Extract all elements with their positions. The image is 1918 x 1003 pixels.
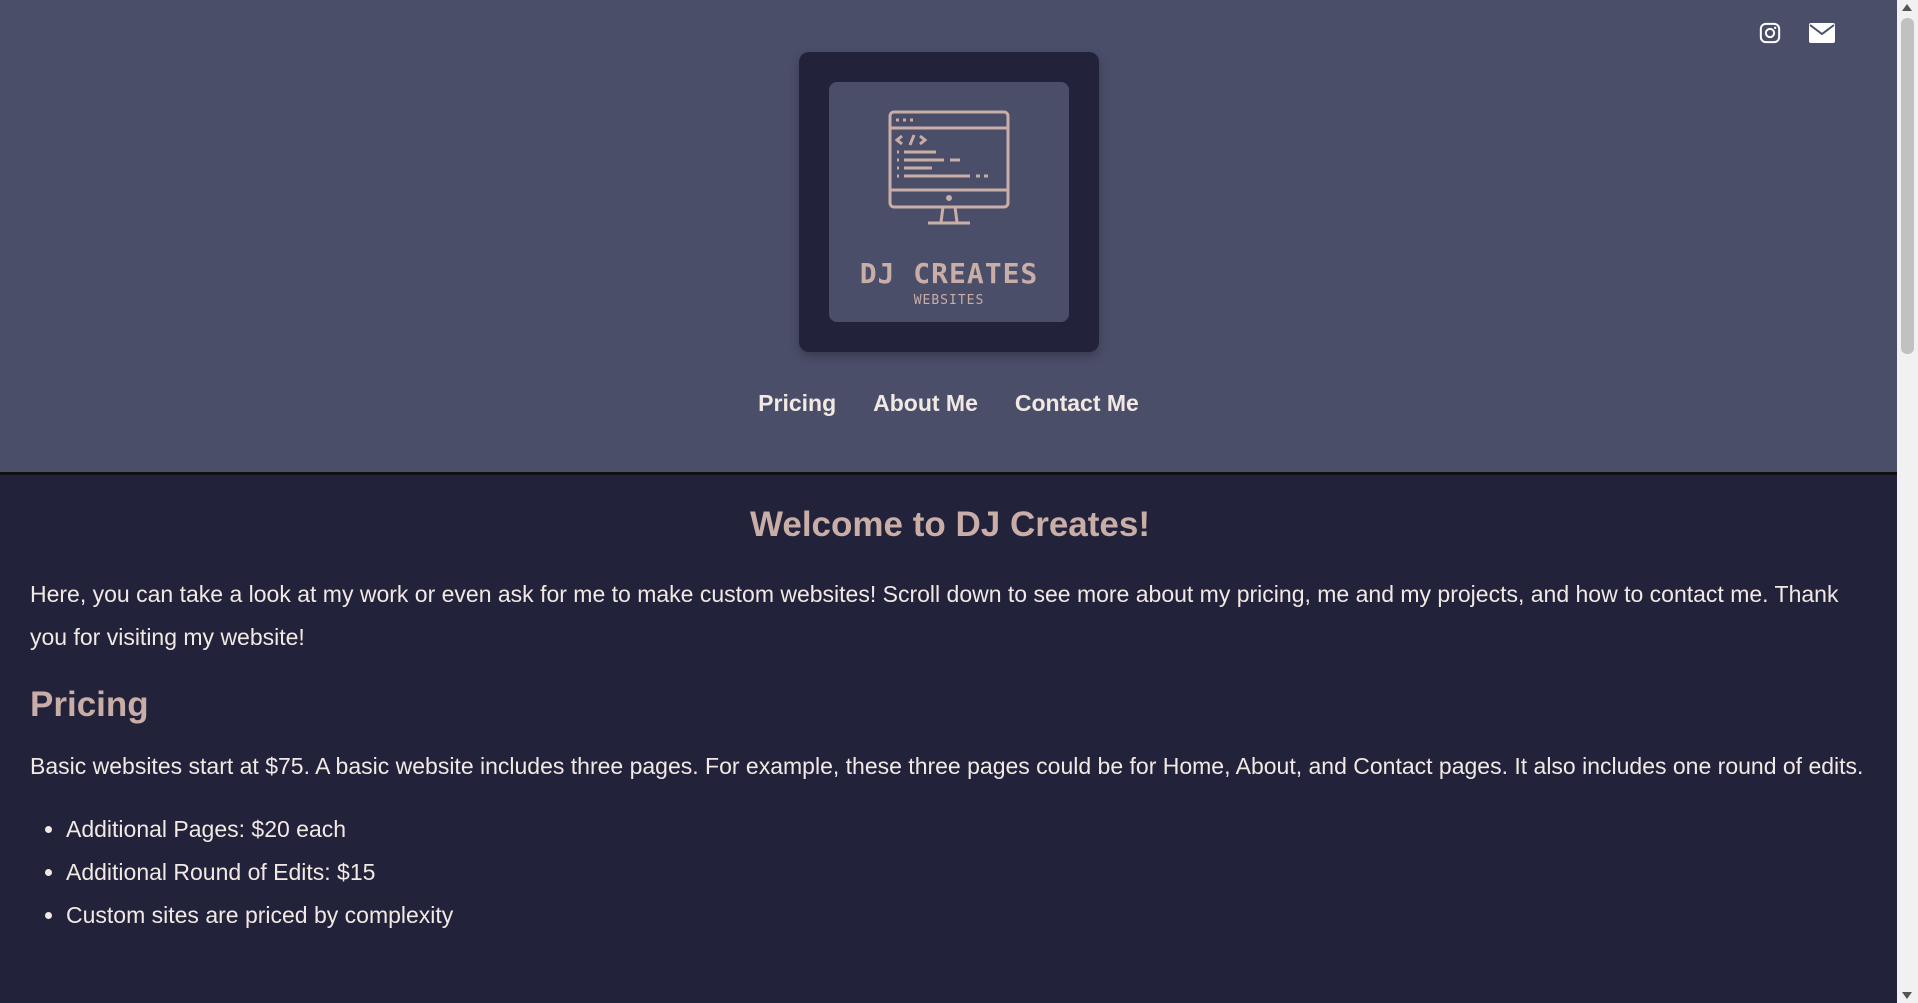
- mail-icon: [1809, 23, 1835, 43]
- pricing-list: Additional Pages: $20 each Additional Ro…: [30, 808, 1870, 937]
- pricing-heading: Pricing: [30, 685, 149, 724]
- logo-card: DJ CREATES WEBSITES: [829, 82, 1069, 322]
- instagram-link[interactable]: [1759, 22, 1781, 44]
- page: DJ CREATES WEBSITES Pricing About Me Con…: [0, 0, 1918, 1003]
- pricing-paragraph: Basic websites start at $75. A basic web…: [30, 753, 1864, 779]
- main-content: Welcome to DJ Creates! Here, you can tak…: [30, 475, 1870, 937]
- nav-contact-me[interactable]: Contact Me: [1015, 390, 1139, 417]
- nav-pricing[interactable]: Pricing: [758, 390, 836, 417]
- logo[interactable]: DJ CREATES WEBSITES: [799, 52, 1099, 352]
- logo-title: DJ CREATES: [859, 257, 1039, 290]
- list-item: Custom sites are priced by complexity: [66, 894, 1870, 937]
- main-nav: Pricing About Me Contact Me: [0, 390, 1897, 417]
- logo-subtitle: WEBSITES: [913, 293, 985, 308]
- instagram-icon: [1759, 22, 1781, 44]
- nav-about-me[interactable]: About Me: [873, 390, 978, 417]
- social-links: [1759, 22, 1835, 44]
- welcome-heading: Welcome to DJ Creates!: [749, 505, 1151, 544]
- site-header: DJ CREATES WEBSITES Pricing About Me Con…: [0, 0, 1897, 475]
- vertical-scrollbar[interactable]: [1897, 0, 1918, 1003]
- email-link[interactable]: [1809, 23, 1835, 43]
- intro-paragraph: Here, you can take a look at my work or …: [30, 581, 1839, 650]
- list-item: Additional Pages: $20 each: [66, 808, 1870, 851]
- scroll-up-icon[interactable]: [1902, 4, 1912, 11]
- scrollbar-thumb[interactable]: [1901, 18, 1914, 354]
- computer-code-icon: [888, 110, 1010, 225]
- scroll-down-icon[interactable]: [1902, 992, 1912, 999]
- list-item: Additional Round of Edits: $15: [66, 851, 1870, 894]
